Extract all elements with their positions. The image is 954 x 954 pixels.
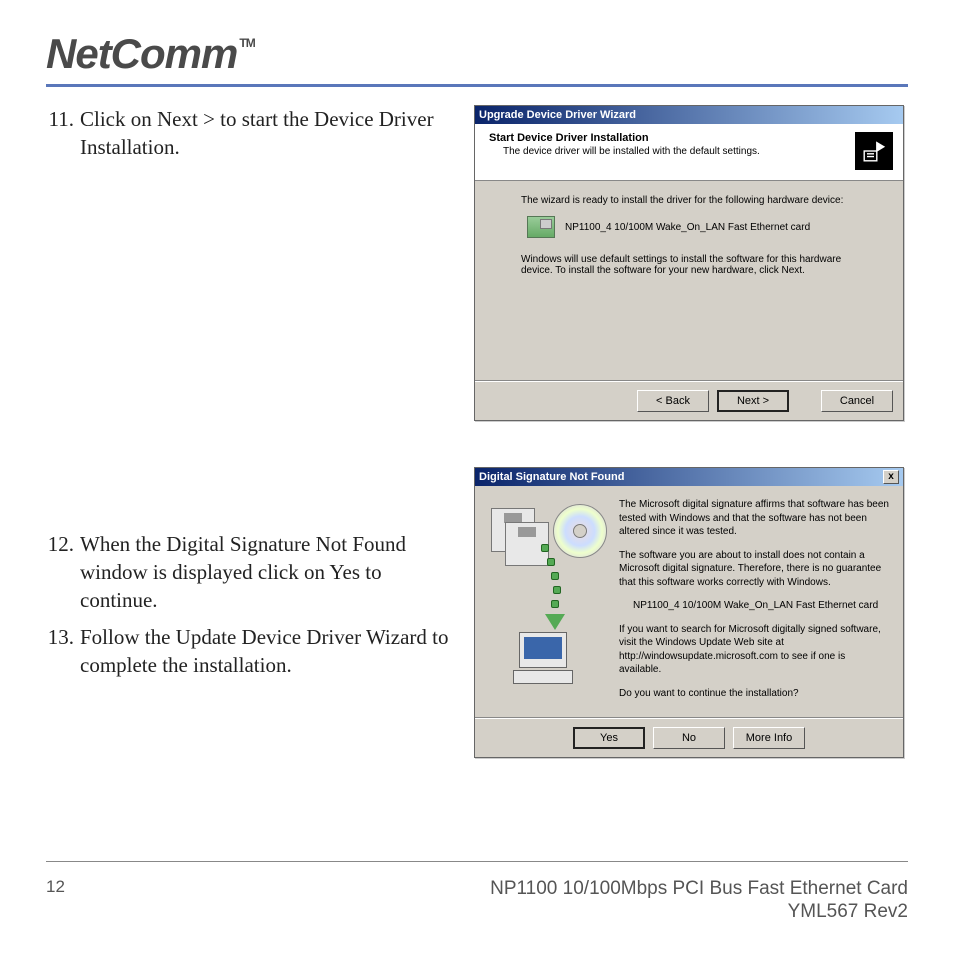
wizard-title: Upgrade Device Driver Wizard <box>479 109 636 121</box>
page-number: 12 <box>46 877 65 897</box>
step-number: 12. <box>46 530 80 615</box>
wizard-body: The wizard is ready to install the drive… <box>475 181 903 381</box>
footer-rev: YML567 Rev2 <box>490 900 908 924</box>
brand-name: NetComm <box>46 30 237 77</box>
signature-text: The Microsoft digital signature affirms … <box>619 498 889 710</box>
signature-artwork <box>487 498 607 698</box>
network-card-icon <box>527 216 555 238</box>
footer-rule <box>46 861 908 862</box>
brand-logo: NetCommTM <box>46 30 908 78</box>
wizard-note-text: Windows will use default settings to ins… <box>521 254 873 276</box>
wizard-head-subtitle: The device driver will be installed with… <box>489 146 855 157</box>
content-area: 11. Click on Next > to start the Device … <box>46 105 908 758</box>
arrow-icon <box>541 544 581 624</box>
wizard-buttons: < Back Next > Cancel <box>475 381 903 420</box>
no-button[interactable]: No <box>653 727 725 749</box>
close-button[interactable]: x <box>883 470 899 484</box>
wizard-titlebar[interactable]: Upgrade Device Driver Wizard <box>475 106 903 124</box>
more-info-button[interactable]: More Info <box>733 727 805 749</box>
wizard-intro-text: The wizard is ready to install the drive… <box>521 195 873 206</box>
back-button[interactable]: < Back <box>637 390 709 412</box>
cancel-button[interactable]: Cancel <box>821 390 893 412</box>
page-footer: 12 NP1100 10/100Mbps PCI Bus Fast Ethern… <box>46 877 908 925</box>
trademark: TM <box>239 36 254 50</box>
step-13: 13. Follow the Update Device Driver Wiza… <box>46 623 450 680</box>
sig-p1: The Microsoft digital signature affirms … <box>619 498 889 539</box>
computer-icon <box>513 632 573 692</box>
sig-device-name: NP1100_4 10/100M Wake_On_LAN Fast Ethern… <box>619 599 889 613</box>
header-rule <box>46 84 908 87</box>
footer-title: NP1100 10/100Mbps PCI Bus Fast Ethernet … <box>490 877 908 901</box>
next-button[interactable]: Next > <box>717 390 789 412</box>
step-12: 12. When the Digital Signature Not Found… <box>46 530 450 615</box>
sig-p3: If you want to search for Microsoft digi… <box>619 623 889 677</box>
signature-body: The Microsoft digital signature affirms … <box>475 486 903 718</box>
step-text: Click on Next > to start the Device Driv… <box>80 105 450 162</box>
instruction-column: 11. Click on Next > to start the Device … <box>46 105 450 758</box>
step-text: Follow the Update Device Driver Wizard t… <box>80 623 450 680</box>
wizard-head-title: Start Device Driver Installation <box>489 132 855 144</box>
signature-dialog: Digital Signature Not Found x <box>474 467 904 758</box>
signature-title: Digital Signature Not Found <box>479 471 624 483</box>
yes-button[interactable]: Yes <box>573 727 645 749</box>
screenshot-column: Upgrade Device Driver Wizard Start Devic… <box>474 105 904 758</box>
signature-titlebar[interactable]: Digital Signature Not Found x <box>475 468 903 486</box>
step-text: When the Digital Signature Not Found win… <box>80 530 450 615</box>
device-name-text: NP1100_4 10/100M Wake_On_LAN Fast Ethern… <box>565 222 810 233</box>
step-number: 13. <box>46 623 80 680</box>
sig-p4: Do you want to continue the installation… <box>619 687 889 701</box>
sig-p2: The software you are about to install do… <box>619 549 889 590</box>
wizard-banner-icon <box>855 132 893 170</box>
signature-buttons: Yes No More Info <box>475 718 903 757</box>
step-11: 11. Click on Next > to start the Device … <box>46 105 450 162</box>
wizard-header: Start Device Driver Installation The dev… <box>475 124 903 181</box>
step-number: 11. <box>46 105 80 162</box>
upgrade-wizard-dialog: Upgrade Device Driver Wizard Start Devic… <box>474 105 904 421</box>
device-row: NP1100_4 10/100M Wake_On_LAN Fast Ethern… <box>527 216 873 238</box>
